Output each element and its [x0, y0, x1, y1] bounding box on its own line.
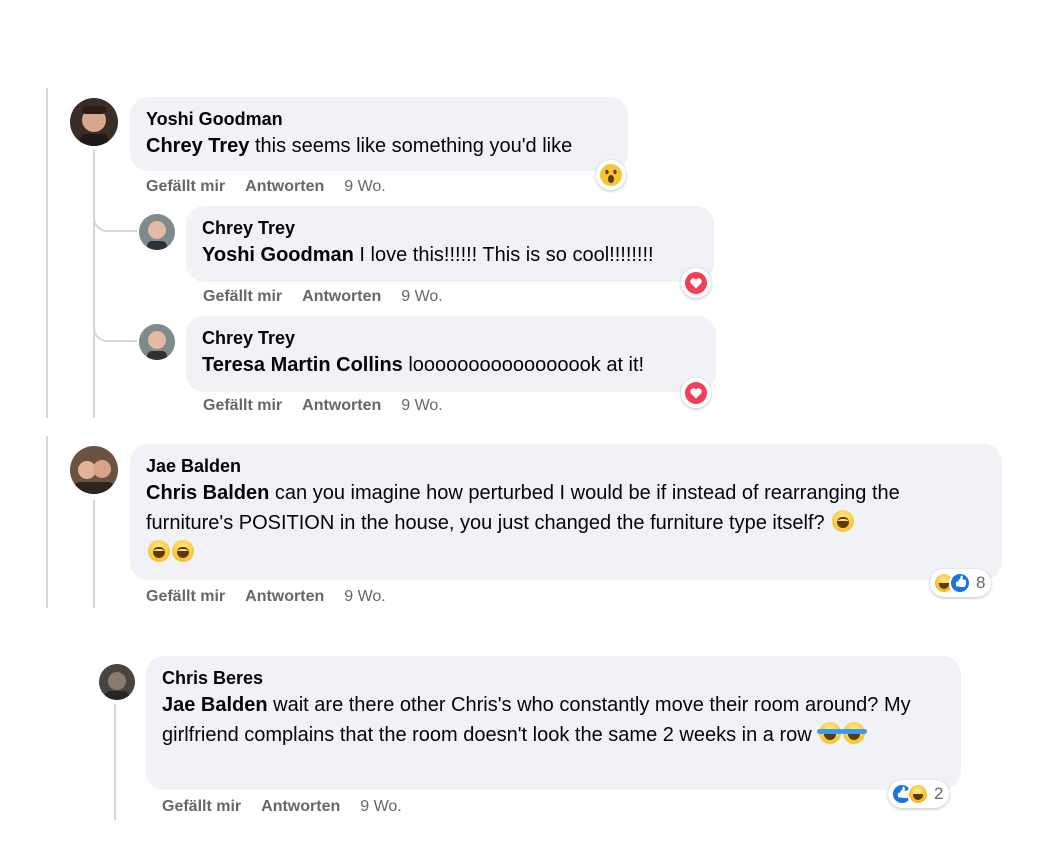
thread-connector — [93, 300, 137, 342]
comment-author[interactable]: Yoshi Goodman — [146, 107, 612, 131]
comment-actions: Gefällt mir Antworten 9 Wo. — [162, 798, 402, 816]
thread-connector — [93, 190, 137, 232]
laughing-emoji-icon — [832, 510, 855, 532]
tears-of-joy-emoji-icon — [817, 722, 844, 744]
like-button[interactable]: Gefällt mir — [203, 397, 282, 414]
like-button[interactable]: Gefällt mir — [162, 798, 241, 815]
comment-actions: Gefällt mir Antworten 9 Wo. — [146, 178, 386, 196]
thread-line — [93, 500, 95, 608]
mention-link[interactable]: Chrey Trey — [146, 135, 249, 157]
like-button[interactable]: Gefällt mir — [146, 588, 225, 605]
mention-link[interactable]: Chris Balden — [146, 482, 269, 504]
comment-author[interactable]: Chris Beres — [162, 666, 945, 690]
tears-of-joy-emoji-icon — [841, 722, 868, 744]
timestamp[interactable]: 9 Wo. — [360, 798, 402, 815]
like-reaction-icon — [949, 572, 971, 594]
comment-author[interactable]: Chrey Trey — [202, 216, 698, 240]
love-reaction-icon[interactable] — [681, 378, 711, 408]
comment-text: I love this!!!!!! This is so cool!!!!!!!… — [353, 244, 654, 266]
avatar[interactable] — [139, 324, 175, 360]
comment-actions: Gefällt mir Antworten 9 Wo. — [146, 588, 386, 606]
comment-text: wait are there other Chris's who constan… — [162, 694, 911, 746]
comment-actions: Gefällt mir Antworten 9 Wo. — [203, 397, 443, 415]
reaction-summary[interactable]: 8 — [930, 569, 992, 597]
love-reaction-icon[interactable] — [681, 268, 711, 298]
comment-author[interactable]: Chrey Trey — [202, 326, 700, 350]
thread-line — [46, 88, 48, 418]
avatar[interactable] — [70, 446, 118, 494]
mention-link[interactable]: Jae Balden — [162, 694, 268, 716]
mention-link[interactable]: Yoshi Goodman — [202, 244, 354, 266]
timestamp[interactable]: 9 Wo. — [401, 397, 443, 414]
like-button[interactable]: Gefällt mir — [203, 288, 282, 305]
comment-bubble: Chris Beres Jae Balden wait are there ot… — [146, 656, 961, 790]
reaction-count: 2 — [934, 784, 944, 803]
comment-text: looooooooooooooook at it! — [402, 354, 645, 376]
reaction-count: 8 — [976, 573, 986, 592]
comment-bubble: Chrey Trey Yoshi Goodman I love this!!!!… — [186, 206, 714, 282]
laughing-emoji-icon — [172, 540, 194, 562]
comment-author[interactable]: Jae Balden — [146, 454, 986, 478]
mention-link[interactable]: Teresa Martin Collins — [202, 354, 403, 376]
thread-line — [114, 704, 116, 820]
reply-button[interactable]: Antworten — [245, 178, 324, 195]
thread-line — [46, 436, 48, 608]
reply-button[interactable]: Antworten — [302, 397, 381, 414]
comment-bubble: Jae Balden Chris Balden can you imagine … — [130, 444, 1002, 580]
avatar[interactable] — [139, 214, 175, 250]
reply-button[interactable]: Antworten — [261, 798, 340, 815]
timestamp[interactable]: 9 Wo. — [401, 288, 443, 305]
reply-button[interactable]: Antworten — [302, 288, 381, 305]
reply-button[interactable]: Antworten — [245, 588, 324, 605]
reaction-summary[interactable]: 2 — [888, 780, 950, 808]
like-button[interactable]: Gefällt mir — [146, 178, 225, 195]
haha-reaction-icon — [907, 783, 929, 805]
avatar[interactable] — [70, 98, 118, 146]
timestamp[interactable]: 9 Wo. — [344, 178, 386, 195]
comment-bubble: Chrey Trey Teresa Martin Collins loooooo… — [186, 316, 716, 392]
laughing-emoji-icon — [148, 540, 170, 562]
comment-bubble: Yoshi Goodman Chrey Trey this seems like… — [130, 97, 628, 171]
comment-text: this seems like something you'd like — [249, 135, 573, 157]
wow-reaction-icon[interactable] — [596, 160, 626, 190]
comment-actions: Gefällt mir Antworten 9 Wo. — [203, 288, 443, 306]
avatar[interactable] — [99, 664, 135, 700]
timestamp[interactable]: 9 Wo. — [344, 588, 386, 605]
